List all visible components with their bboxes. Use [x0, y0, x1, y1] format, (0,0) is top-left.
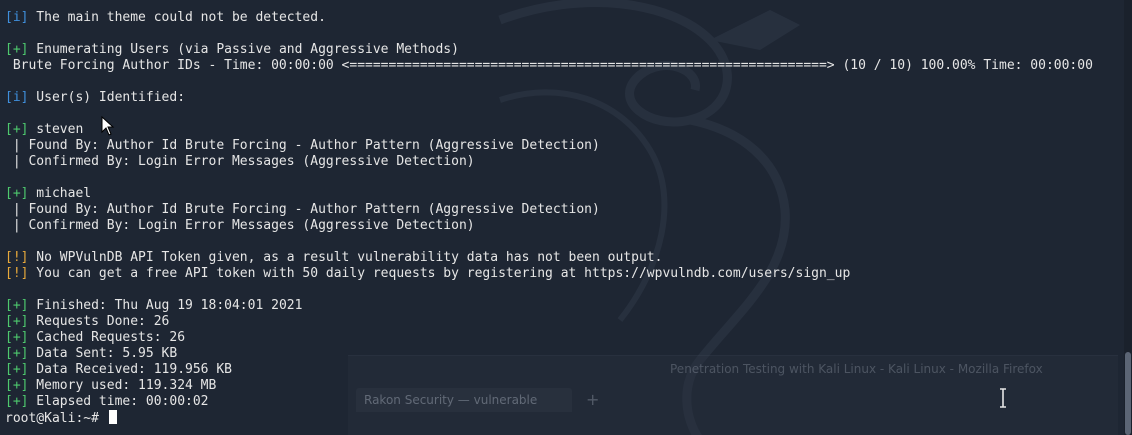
- output-line: [+] Requests Done: 26: [5, 314, 1093, 330]
- output-line: [+] Enumerating Users (via Passive and A…: [5, 42, 1093, 58]
- line-text: | Confirmed By: Login Error Messages (Ag…: [5, 154, 475, 169]
- status-tag: [i]: [5, 90, 29, 105]
- status-tag: [+]: [5, 330, 29, 345]
- scrollbar[interactable]: [1124, 0, 1132, 435]
- status-tag: [+]: [5, 122, 29, 137]
- output-line: Brute Forcing Author IDs - Time: 00:00:0…: [5, 58, 1093, 74]
- line-text: Cached Requests: 26: [28, 330, 186, 345]
- line-text: User(s) Identified:: [28, 90, 186, 105]
- output-line: | Found By: Author Id Brute Forcing - Au…: [5, 138, 1093, 154]
- line-text: Data Received: 119.956 KB: [28, 362, 232, 377]
- line-text: | Found By: Author Id Brute Forcing - Au…: [5, 202, 600, 217]
- scrollbar-thumb[interactable]: [1125, 352, 1131, 435]
- prompt-line[interactable]: root@Kali:~#: [5, 410, 1093, 426]
- output-line: [+] Cached Requests: 26: [5, 330, 1093, 346]
- status-tag: [+]: [5, 362, 29, 377]
- status-tag: [+]: [5, 314, 29, 329]
- output-line: | Found By: Author Id Brute Forcing - Au…: [5, 202, 1093, 218]
- status-tag: [+]: [5, 378, 29, 393]
- shell-prompt: root@Kali:~#: [5, 411, 107, 426]
- line-text: Brute Forcing Author IDs - Time: 00:00:0…: [5, 58, 1093, 73]
- line-text: Elapsed time: 00:00:02: [28, 394, 209, 409]
- line-text: Enumerating Users (via Passive and Aggre…: [28, 42, 459, 57]
- status-tag: [+]: [5, 346, 29, 361]
- output-line: [+] michael: [5, 186, 1093, 202]
- status-tag: [!]: [5, 250, 29, 265]
- terminal-window[interactable]: Penetration Testing with Kali Linux - Ka…: [0, 0, 1132, 435]
- output-line: [+] steven: [5, 122, 1093, 138]
- output-line: [i] The main theme could not be detected…: [5, 10, 1093, 26]
- line-text: Memory used: 119.324 MB: [28, 378, 217, 393]
- ibeam-cursor-icon: [1000, 388, 1006, 408]
- output-line: [+] Data Sent: 5.95 KB: [5, 346, 1093, 362]
- output-line: | Confirmed By: Login Error Messages (Ag…: [5, 154, 1093, 170]
- status-tag: [i]: [5, 10, 29, 25]
- line-text: You can get a free API token with 50 dai…: [28, 266, 851, 281]
- line-text: steven: [28, 122, 84, 137]
- line-text: michael: [28, 186, 92, 201]
- line-text: | Found By: Author Id Brute Forcing - Au…: [5, 138, 600, 153]
- output-line: [i] User(s) Identified:: [5, 90, 1093, 106]
- output-line: [!] You can get a free API token with 50…: [5, 266, 1093, 282]
- output-line: [+] Memory used: 119.324 MB: [5, 378, 1093, 394]
- text-cursor: [108, 410, 117, 424]
- mouse-pointer-icon: [101, 116, 115, 136]
- terminal-output: [i] The main theme could not be detected…: [5, 10, 1093, 426]
- output-line: [!] No WPVulnDB API Token given, as a re…: [5, 250, 1093, 266]
- line-text: Finished: Thu Aug 19 18:04:01 2021: [28, 298, 303, 313]
- line-text: The main theme could not be detected.: [28, 10, 326, 25]
- status-tag: [+]: [5, 42, 29, 57]
- status-tag: [!]: [5, 266, 29, 281]
- output-line: [+] Elapsed time: 00:00:02: [5, 394, 1093, 410]
- output-line: [+] Data Received: 119.956 KB: [5, 362, 1093, 378]
- status-tag: [+]: [5, 298, 29, 313]
- output-line: [+] Finished: Thu Aug 19 18:04:01 2021: [5, 298, 1093, 314]
- line-text: Data Sent: 5.95 KB: [28, 346, 178, 361]
- line-text: Requests Done: 26: [28, 314, 170, 329]
- status-tag: [+]: [5, 394, 29, 409]
- status-tag: [+]: [5, 186, 29, 201]
- line-text: No WPVulnDB API Token given, as a result…: [28, 250, 663, 265]
- output-line: | Confirmed By: Login Error Messages (Ag…: [5, 218, 1093, 234]
- line-text: | Confirmed By: Login Error Messages (Ag…: [5, 218, 475, 233]
